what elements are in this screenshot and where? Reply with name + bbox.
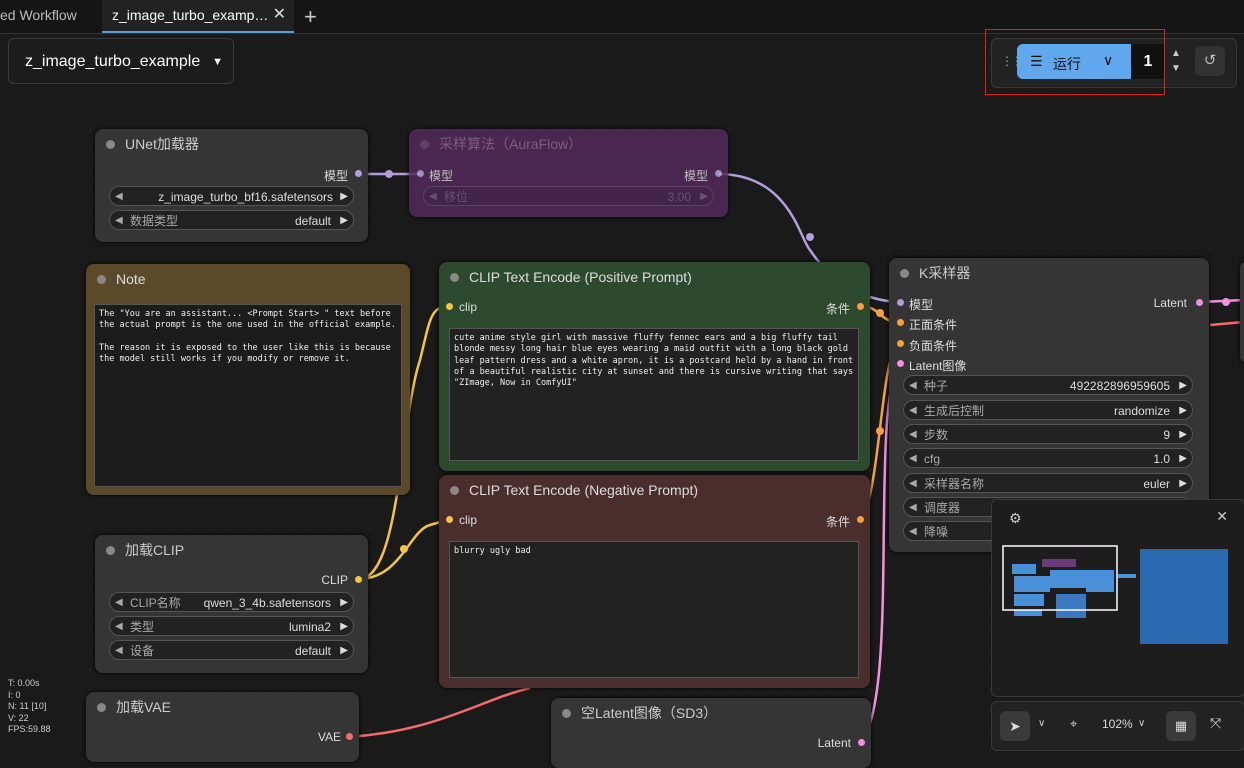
output-slot[interactable]: [715, 170, 722, 177]
widget-device[interactable]: ◀ 设备 default ▶: [109, 640, 354, 660]
chevron-up-icon[interactable]: ▲: [1166, 48, 1186, 59]
close-icon[interactable]: ✕: [1216, 508, 1228, 525]
input-slot-label: Latent图像: [909, 359, 967, 373]
input-slot[interactable]: [897, 299, 904, 306]
widget-clip-type[interactable]: ◀ 类型 lumina2 ▶: [109, 616, 354, 636]
input-slot[interactable]: [897, 319, 904, 326]
batch-count-stepper[interactable]: ▲ ▼: [1166, 44, 1186, 79]
chevron-down-icon[interactable]: ▼: [1166, 63, 1186, 74]
chevron-down-icon[interactable]: ∨: [1138, 718, 1145, 729]
output-slot-label: CLIP: [321, 573, 348, 587]
tab-label: z_image_turbo_examp…: [112, 7, 269, 23]
node-offscreen[interactable]: [1240, 262, 1244, 362]
output-slot[interactable]: [346, 733, 353, 740]
collapse-dot-icon[interactable]: [106, 140, 115, 149]
node-load-vae[interactable]: 加载VAE VAE: [86, 692, 359, 762]
input-slot[interactable]: [897, 360, 904, 367]
output-slot-label: VAE: [317, 730, 341, 744]
chevron-down-icon[interactable]: ∨: [1038, 718, 1045, 729]
node-positive-prompt[interactable]: CLIP Text Encode (Positive Prompt) clip …: [439, 262, 870, 471]
node-note[interactable]: Note The "You are an assistant... <Promp…: [86, 264, 410, 495]
minimap-panel[interactable]: ⚙ ✕: [991, 499, 1244, 697]
input-slot[interactable]: [446, 516, 453, 523]
highlight-box: [985, 29, 1165, 95]
link-visibility-icon[interactable]: ⤧: [1210, 715, 1221, 732]
history-icon[interactable]: ↺: [1195, 46, 1225, 76]
zoom-level[interactable]: 102%: [1102, 717, 1133, 731]
chevron-down-icon: ▼: [212, 56, 223, 68]
node-title: 空Latent图像（SD3）: [581, 705, 718, 721]
widget-cfg[interactable]: ◀ cfg 1.0 ▶: [903, 448, 1193, 468]
node-title: Note: [116, 271, 146, 287]
node-load-clip[interactable]: 加载CLIP CLIP ◀ CLIP名称 qwen_3_4b.safetensors…: [95, 535, 368, 673]
settings-sliders-icon[interactable]: ⚙: [1009, 510, 1022, 527]
node-title: UNet加载器: [125, 136, 199, 152]
input-slot-label: 模型: [909, 298, 934, 312]
output-slot[interactable]: [857, 303, 864, 310]
widget-dtype[interactable]: ◀ 数据类型 default ▶: [109, 210, 354, 230]
tab-workflow[interactable]: ed Workflow: [0, 0, 100, 33]
widget-control-after-generate[interactable]: ◀ 生成后控制 randomize ▶: [903, 400, 1193, 420]
output-slot-label: Latent: [817, 736, 851, 750]
node-empty-latent[interactable]: 空Latent图像（SD3） Latent: [551, 698, 871, 768]
output-slot[interactable]: [1196, 299, 1203, 306]
input-slot-label: clip: [459, 300, 478, 314]
node-unet-loader[interactable]: UNet加载器 模型 ◀ z_image_turbo_bf16.safetenso…: [95, 129, 368, 242]
widget-unet-name[interactable]: ◀ z_image_turbo_bf16.safetensors ▶: [109, 186, 354, 206]
output-slot[interactable]: [355, 170, 362, 177]
canvas-toolbar: ➤ ∨ ⌖ 102% ∨ ▦ ⤧: [991, 701, 1244, 751]
output-slot-label: Latent: [1153, 296, 1187, 310]
input-slot[interactable]: [897, 340, 904, 347]
widget-clip-name[interactable]: ◀ CLIP名称 qwen_3_4b.safetensors ▶: [109, 592, 354, 612]
widget-seed[interactable]: ◀ 种子 492282896959605 ▶: [903, 375, 1193, 395]
node-auraflow-sampling[interactable]: 采样算法（AuraFlow） 模型 模型 ◀ 移位 3.00 ▶: [409, 129, 728, 217]
node-title: CLIP Text Encode (Positive Prompt): [469, 269, 692, 285]
tab-label: ed Workflow: [0, 7, 77, 23]
input-slot-label: clip: [459, 513, 478, 527]
node-negative-prompt[interactable]: CLIP Text Encode (Negative Prompt) clip …: [439, 475, 870, 688]
note-text[interactable]: The "You are an assistant... <Prompt Sta…: [94, 304, 402, 487]
positive-prompt-text[interactable]: cute anime style girl with massive fluff…: [449, 328, 859, 461]
input-slot-label: 模型: [429, 169, 454, 183]
output-slot[interactable]: [857, 516, 864, 523]
output-slot-label: 条件: [825, 515, 850, 529]
node-title: K采样器: [919, 265, 971, 281]
close-icon[interactable]: ✕: [273, 0, 286, 30]
node-title: 加载CLIP: [125, 542, 185, 558]
workflow-name: z_image_turbo_example: [25, 53, 201, 70]
fit-view-icon[interactable]: ⌖: [1070, 716, 1077, 732]
output-slot-label: 模型: [683, 169, 708, 183]
output-slot[interactable]: [355, 576, 362, 583]
widget-sampler-name[interactable]: ◀ 采样器名称 euler ▶: [903, 473, 1193, 493]
render-stats: T: 0.00s I: 0 N: 11 [10] V: 22 FPS:59.88: [8, 678, 51, 734]
minimap-icon[interactable]: ▦: [1166, 711, 1196, 741]
output-slot-label: 条件: [825, 302, 850, 316]
tab-z-image-turbo[interactable]: z_image_turbo_examp… ✕: [102, 0, 294, 33]
output-slot[interactable]: [858, 739, 865, 746]
input-slot-label: 正面条件: [909, 318, 958, 332]
widget-steps[interactable]: ◀ 步数 9 ▶: [903, 424, 1193, 444]
output-slot-label: 模型: [323, 169, 348, 183]
pointer-icon[interactable]: ➤: [1000, 711, 1030, 741]
negative-prompt-text[interactable]: blurry ugly bad: [449, 541, 859, 678]
input-slot[interactable]: [446, 303, 453, 310]
node-title: 采样算法（AuraFlow）: [439, 136, 583, 152]
input-slot[interactable]: [417, 170, 424, 177]
widget-shift[interactable]: ◀ 移位 3.00 ▶: [423, 186, 714, 206]
workflow-name-dropdown[interactable]: z_image_turbo_example ▼: [8, 38, 234, 84]
input-slot-label: 负面条件: [909, 339, 958, 353]
node-title: 加载VAE: [116, 699, 171, 715]
plus-icon[interactable]: +: [304, 4, 317, 30]
minimap-canvas[interactable]: [1000, 542, 1236, 692]
node-title: CLIP Text Encode (Negative Prompt): [469, 482, 699, 498]
